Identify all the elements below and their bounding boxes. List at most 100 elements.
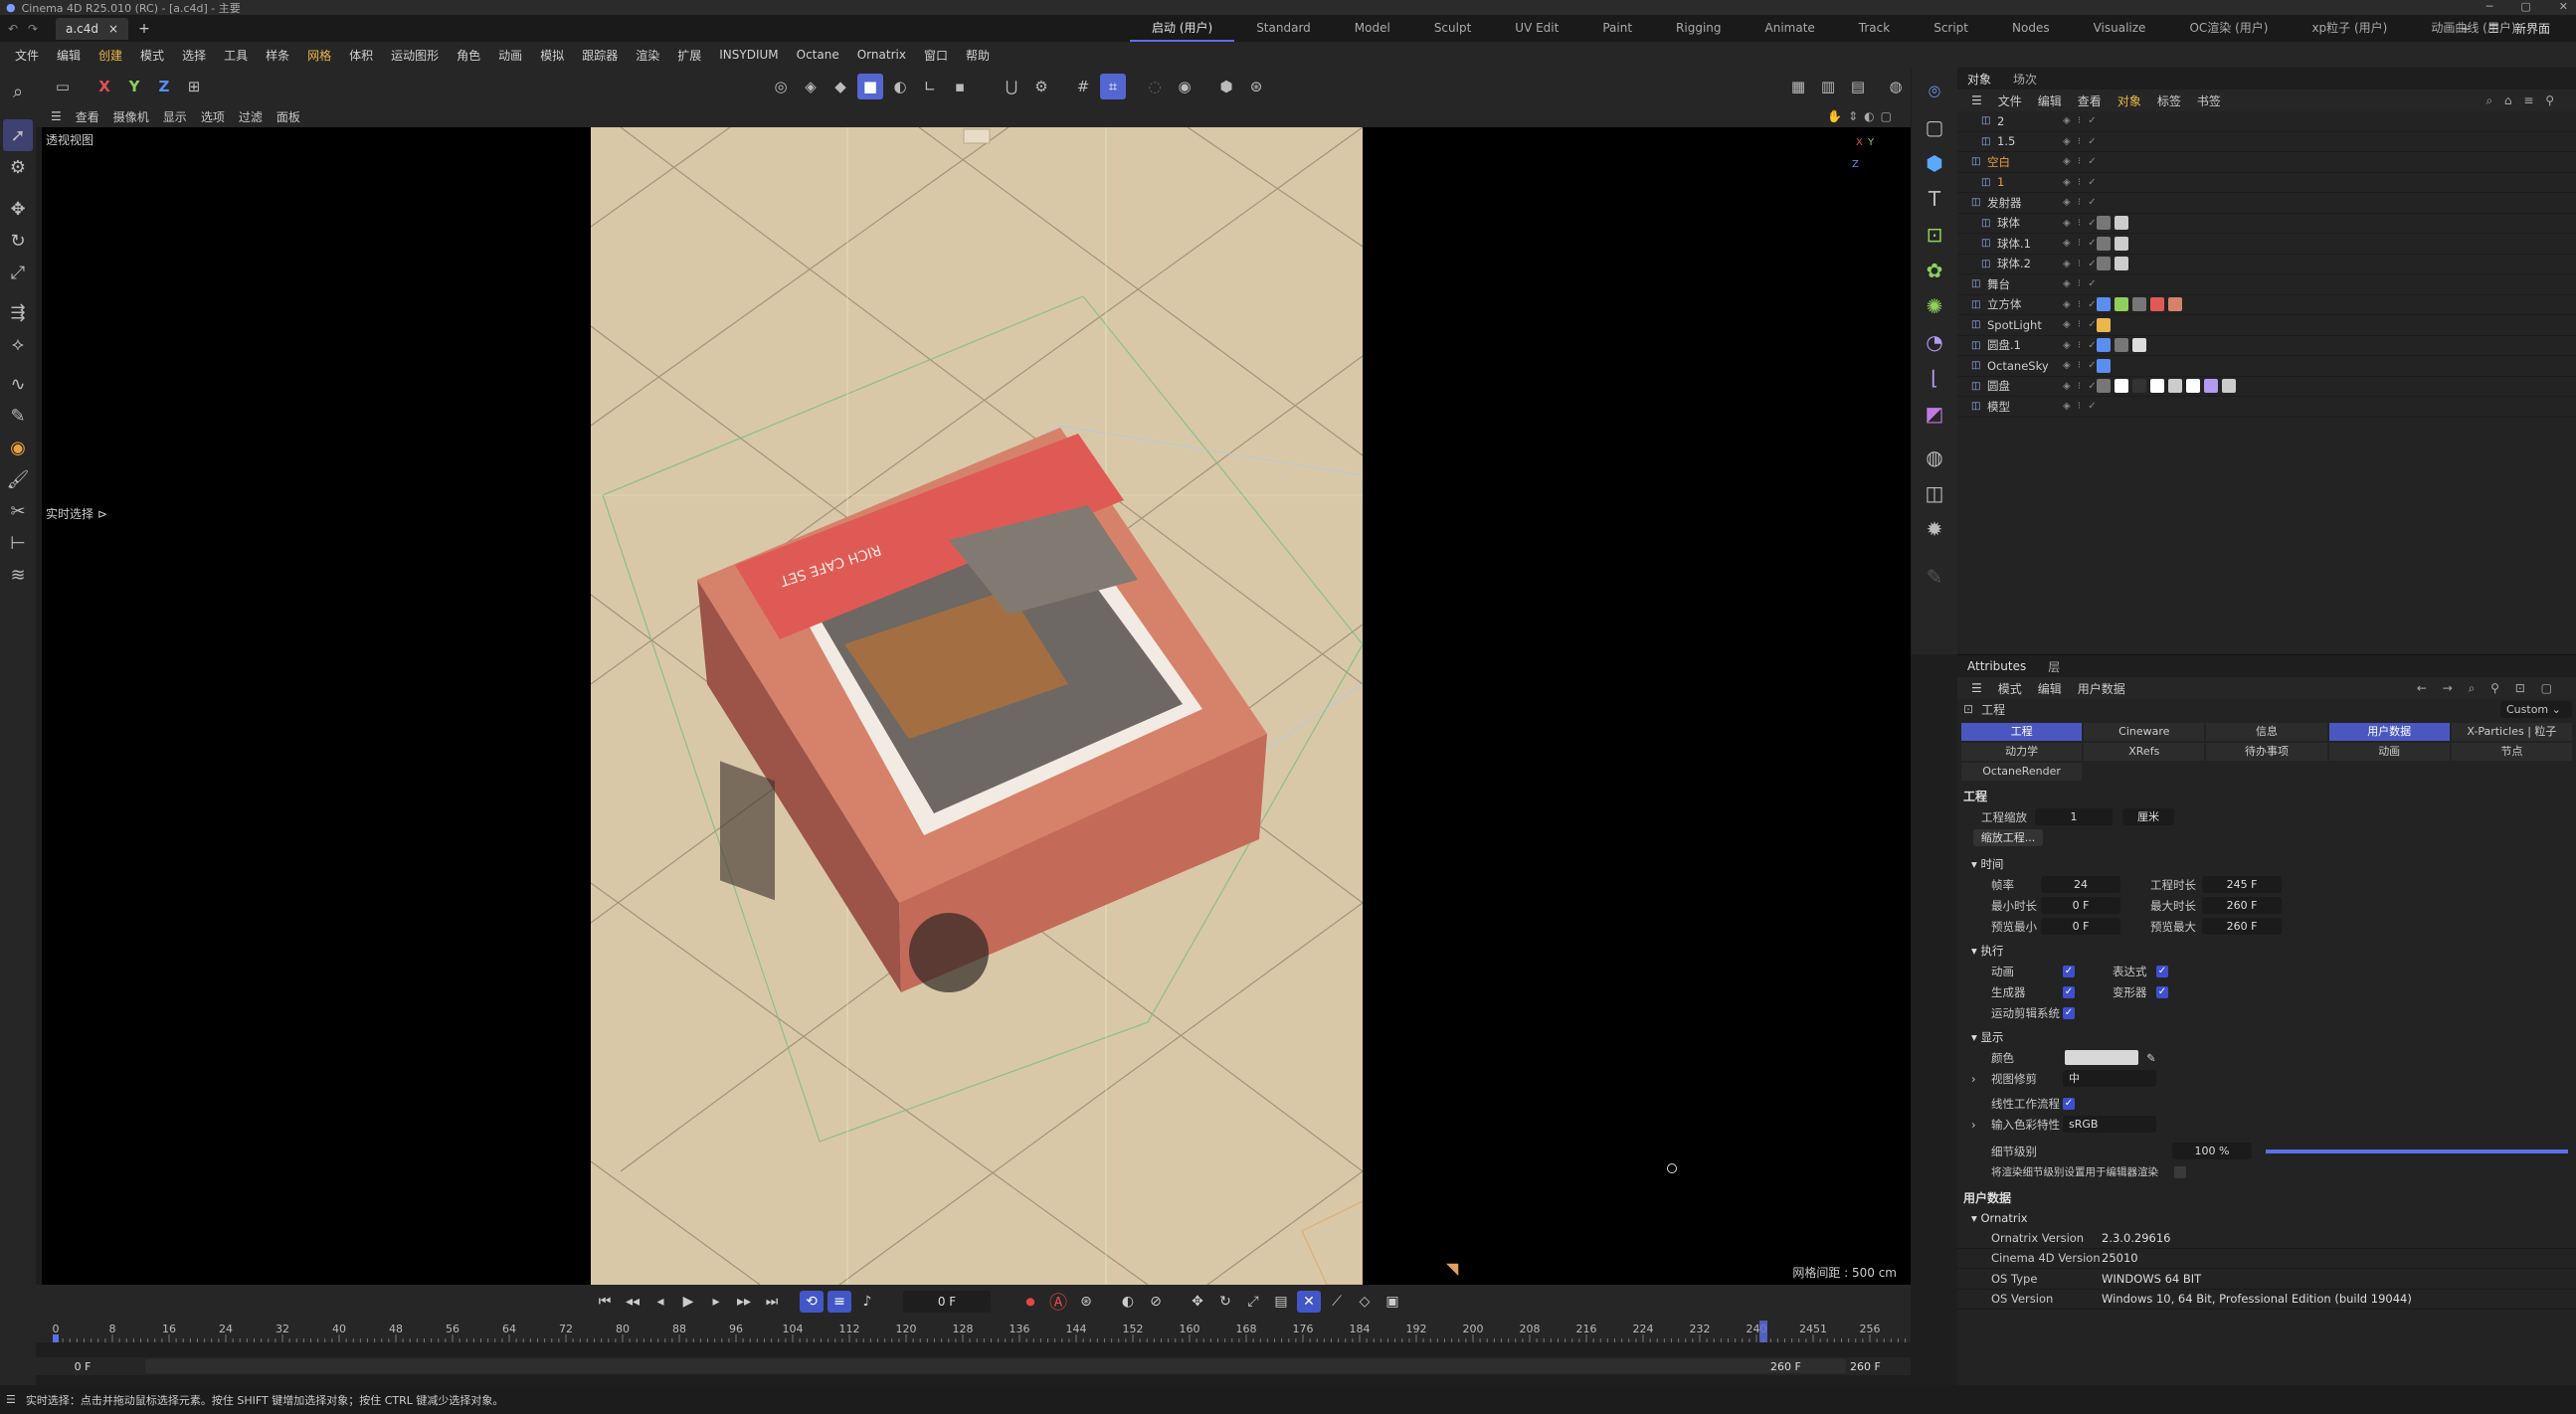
object-row[interactable]: ◫ 圆盘 ◈ ⁝ ✓ bbox=[1957, 377, 2576, 397]
go-to-start-icon[interactable]: ⏮ bbox=[593, 1291, 617, 1313]
tag-icon[interactable] bbox=[2204, 379, 2218, 394]
menu-item[interactable]: 模式 bbox=[131, 47, 173, 64]
paint-color-icon[interactable]: ◉ bbox=[3, 432, 33, 463]
viewport-nav-icons[interactable]: ✋⇕◐▢ bbox=[1820, 109, 1905, 123]
timeline-ruler[interactable]: 0 8 16 24 32 40 48 56 64 72 80 88 96 104 112 120 128 136 1… bbox=[36, 1321, 1911, 1342]
select-options-icon[interactable]: ⚙ bbox=[3, 151, 33, 183]
layout-tab[interactable]: Track bbox=[1837, 15, 1912, 42]
layout-tab[interactable]: Standard bbox=[1234, 15, 1333, 42]
visibility-icon[interactable]: ◈ ⁝ ✓ bbox=[2063, 136, 2099, 147]
render-settings-icon[interactable]: ▤ bbox=[1845, 74, 1871, 99]
perspective-viewport[interactable]: RICH CAFE SET 透视视图 实时选择 ⊳ X Y Z ◥ 网格间距 :… bbox=[42, 127, 1911, 1285]
object-search-icons[interactable]: ⌕ ⌂ ≡ ⚲ bbox=[2478, 93, 2566, 108]
tag-icon[interactable] bbox=[2132, 379, 2146, 394]
menu-item[interactable]: 动画 bbox=[489, 47, 531, 64]
add-tab-icon[interactable]: + bbox=[138, 21, 150, 37]
workplane-icon[interactable]: ⌗ bbox=[1100, 74, 1126, 99]
pen-tool-icon[interactable]: ✎ bbox=[3, 400, 33, 432]
texture-mode-icon[interactable]: ◐ bbox=[887, 74, 913, 99]
object-name[interactable]: 发射器 bbox=[1987, 195, 2022, 211]
generator-icon[interactable]: ⊡ bbox=[1917, 217, 1952, 253]
object-name[interactable]: 1 bbox=[1997, 175, 2004, 189]
solo-mode-icon[interactable]: ◉ bbox=[1172, 74, 1197, 99]
object-name[interactable]: OctaneSky bbox=[1987, 359, 2049, 373]
cube-icon[interactable]: ⬢ bbox=[1917, 145, 1952, 181]
key-position-icon[interactable]: ✥ bbox=[1186, 1291, 1209, 1313]
layout-tab[interactable]: OC渲染 (用户) bbox=[2167, 15, 2290, 42]
prev-frame-icon[interactable]: ◂ bbox=[648, 1291, 672, 1313]
object-row[interactable]: ◫ 球体.2 ◈ ⁝ ✓ bbox=[1957, 255, 2576, 274]
object-name[interactable]: 球体.2 bbox=[1997, 256, 2031, 271]
object-name[interactable]: 2 bbox=[1997, 114, 2004, 128]
field-icon[interactable]: ⌊ bbox=[1917, 360, 1952, 396]
gen-checkbox[interactable]: ✓ bbox=[2063, 985, 2075, 998]
visibility-icon[interactable]: ◈ ⁝ ✓ bbox=[2063, 278, 2099, 289]
menu-item[interactable]: 网格 bbox=[298, 47, 340, 64]
tag-icon[interactable] bbox=[2115, 379, 2128, 394]
key-curve-icon[interactable]: ⟋ bbox=[1325, 1291, 1349, 1313]
autokey-icon[interactable]: Ⓐ bbox=[1046, 1291, 1070, 1314]
object-menu-item[interactable]: 对象 bbox=[2110, 92, 2149, 109]
object-name[interactable]: 空白 bbox=[1987, 154, 2010, 170]
layout-menu-icon[interactable]: ☰ bbox=[2488, 22, 2499, 36]
layout-tab[interactable]: Visualize bbox=[2072, 15, 2168, 42]
next-frame-icon[interactable]: ▸ bbox=[704, 1291, 728, 1313]
visibility-icon[interactable]: ◈ ⁝ ✓ bbox=[2063, 156, 2099, 167]
object-row[interactable]: ◫ 发射器 ◈ ⁝ ✓ bbox=[1957, 193, 2576, 214]
tag-icon[interactable] bbox=[2115, 236, 2128, 251]
status-menu-icon[interactable]: ☰ bbox=[6, 1393, 16, 1406]
visibility-icon[interactable]: ◈ ⁝ ✓ bbox=[2063, 299, 2099, 310]
next-key-icon[interactable]: ▸▸ bbox=[732, 1291, 756, 1313]
deformer-icon[interactable]: ◔ bbox=[1917, 324, 1952, 360]
menu-item[interactable]: 体积 bbox=[340, 47, 382, 64]
spline-tool-icon[interactable]: ∿ bbox=[3, 368, 33, 400]
placement-tool-icon[interactable]: ⟡ bbox=[3, 328, 33, 360]
select-tool-icon[interactable]: ➚ bbox=[3, 119, 33, 151]
coordinate-system-icon[interactable]: ⊞ bbox=[181, 74, 207, 99]
tag-icon[interactable] bbox=[2097, 379, 2111, 394]
attr-tab[interactable]: 节点 bbox=[2451, 743, 2572, 761]
tab-attributes[interactable]: Attributes bbox=[1967, 659, 2026, 673]
cloner-icon[interactable]: ✿ bbox=[1917, 253, 1952, 288]
attr-tab[interactable]: 待办事项 bbox=[2206, 743, 2327, 761]
object-name[interactable]: 圆盘 bbox=[1987, 378, 2010, 394]
effector-icon[interactable]: ✺ bbox=[1917, 288, 1952, 324]
tag-icon[interactable] bbox=[2168, 297, 2182, 312]
visibility-icon[interactable]: ◈ ⁝ ✓ bbox=[2063, 360, 2099, 371]
octane-live-icon[interactable]: ⬢ bbox=[1213, 74, 1239, 99]
tab-objects[interactable]: 对象 bbox=[1967, 71, 1991, 88]
model-mode-icon[interactable]: ■ bbox=[857, 74, 883, 99]
vp-menu-item[interactable]: 选项 bbox=[194, 108, 232, 125]
key-scale-icon[interactable]: ⤢ bbox=[1241, 1291, 1265, 1313]
layout-tab[interactable]: Rigging bbox=[1654, 15, 1743, 42]
attr-tab[interactable]: Cineware bbox=[2084, 723, 2205, 741]
visibility-icon[interactable]: ◈ ⁝ ✓ bbox=[2063, 259, 2099, 269]
visibility-icon[interactable]: ◈ ⁝ ✓ bbox=[2063, 177, 2099, 188]
attr-tab[interactable]: XRefs bbox=[2084, 743, 2205, 761]
visibility-icon[interactable]: ◈ ⁝ ✓ bbox=[2063, 340, 2099, 351]
attr-nav-icons[interactable]: ← → ⌕ ⚲ ⊡ ▢ bbox=[2409, 681, 2566, 696]
menu-item[interactable]: 编辑 bbox=[48, 47, 90, 64]
brush-tool-icon[interactable]: 🖌 bbox=[3, 463, 33, 495]
object-row[interactable]: ◫ 圆盘.1 ◈ ⁝ ✓ bbox=[1957, 336, 2576, 356]
axis-z-button[interactable]: Z bbox=[151, 74, 177, 99]
color-swatch[interactable] bbox=[2065, 1050, 2138, 1065]
current-frame-field[interactable]: 0 F bbox=[903, 1291, 991, 1313]
minimize-icon[interactable]: ─ bbox=[2486, 0, 2493, 13]
tag-icon[interactable] bbox=[2115, 216, 2128, 231]
light-icon[interactable]: ✹ bbox=[1917, 511, 1952, 547]
measure-tool-icon[interactable]: ⊢ bbox=[3, 527, 33, 559]
axis-x-button[interactable]: X bbox=[92, 74, 117, 99]
tag-icon[interactable] bbox=[2186, 379, 2200, 394]
tag-icon[interactable] bbox=[2115, 257, 2128, 271]
attr-menu-item[interactable]: 编辑 bbox=[2030, 680, 2070, 697]
menu-item[interactable]: Ornatrix bbox=[848, 48, 915, 62]
object-row[interactable]: ◫ 2 ◈ ⁝ ✓ bbox=[1957, 111, 2576, 132]
object-menu-item[interactable]: 查看 bbox=[2070, 92, 2110, 109]
text-icon[interactable]: T bbox=[1917, 181, 1952, 217]
camera-icon[interactable]: ◫ bbox=[1917, 475, 1952, 511]
vp-menu-item[interactable]: 显示 bbox=[156, 108, 194, 125]
transform-tool-icon[interactable]: ⇶ bbox=[3, 296, 33, 328]
visibility-icon[interactable]: ◈ ⁝ ✓ bbox=[2063, 381, 2099, 392]
layout-tab[interactable]: xp粒子 (用户) bbox=[2290, 15, 2409, 42]
